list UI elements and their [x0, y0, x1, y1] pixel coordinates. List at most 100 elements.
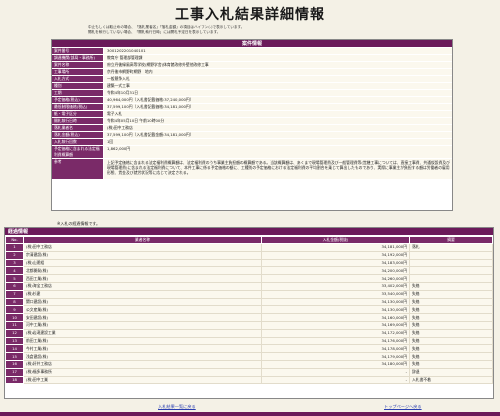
- bidder-name: 関口建設(株): [23, 297, 262, 307]
- bid-note: 入札書不着: [409, 375, 493, 385]
- bid-no: 4: [5, 266, 24, 276]
- bid-row: 6 (株)海宝工務店 33,402,000円 失格: [5, 281, 493, 291]
- bid-note: 失格: [409, 313, 493, 322]
- page-title: 工事入札結果詳細情報: [175, 7, 325, 23]
- info-value: 上記予定価格に含まれる法定福利費概算額は、法定福利費のうち事業主負担額の概算額で…: [103, 159, 452, 179]
- note-line: 開札を執行していない場合、「開札執行日時」には開札予定日を表示しています。: [88, 30, 221, 35]
- bid-no: 11: [5, 320, 24, 330]
- back-to-results-link[interactable]: 入札結果一覧に戻る: [158, 404, 196, 410]
- bid-amount: 33,402,000円: [261, 281, 410, 291]
- case-info-header: 案件情報: [52, 40, 452, 48]
- case-info-panel: 案件情報 案件番号 3001202201040101 調達機関(部局・事務所) 教育庁…: [51, 39, 453, 211]
- bid-table: No. 業者名称 入札金額(税抜) 摘要 1 (株)田中工務店 34,181,000…: [5, 236, 493, 385]
- info-value: 1回: [103, 139, 452, 145]
- bidder-name: 北都開発(株): [23, 266, 262, 276]
- info-row: 調達機関(部局・事務所) 教育庁 管理部管理課: [52, 55, 452, 62]
- bid-row: 9 公文産業(株) 34,130,000円 失格: [5, 305, 493, 315]
- bid-table-header: No. 業者名称 入札金額(税抜) 摘要: [5, 236, 493, 244]
- info-row: 工事場所 京丹後市網野町網野 地内: [52, 69, 452, 76]
- bid-row: 5 西田工業(株) 34,260,000円: [5, 274, 493, 283]
- bid-note: 失格: [409, 344, 493, 354]
- info-label: 落札業者名: [52, 125, 103, 131]
- bid-row: 7 (株)杉建 33,540,000円 失格: [5, 289, 493, 299]
- bid-no: 16: [5, 359, 24, 369]
- bidder-name: 前田工業(株): [23, 336, 262, 346]
- info-label: 紙・電子区分: [52, 111, 103, 117]
- bid-amount: 34,192,000円: [261, 250, 410, 260]
- info-value: 京丹後市網野町網野 地内: [103, 69, 452, 75]
- info-value: 府立丹後緑風高等学校(網野学舎)体育館改修外壁他改修工事: [103, 62, 452, 68]
- bid-amount: 33,540,000円: [261, 289, 410, 299]
- bid-row: 3 (株)山運組 34,183,000円: [5, 258, 493, 268]
- bid-amount: 34,181,000円: [261, 243, 410, 252]
- bidder-name: 安田建設(株): [23, 313, 262, 322]
- bid-no: 15: [5, 352, 24, 361]
- bid-row: 11 河中工業(株) 34,169,000円 失格: [5, 320, 493, 330]
- bidder-name: 西田工業(株): [23, 274, 262, 283]
- info-row: 案件名称 府立丹後緑風高等学校(網野学舎)体育館改修外壁他改修工事: [52, 62, 452, 69]
- bid-amount: 34,260,000円: [261, 274, 410, 283]
- bid-amount: 34,179,000円: [261, 352, 410, 361]
- col-note: 摘要: [409, 236, 493, 244]
- bidder-name: 今村工業(株): [23, 344, 262, 354]
- col-no: No.: [5, 236, 24, 244]
- info-value: 建築一式工事: [103, 83, 452, 89]
- bid-row: 14 今村工業(株) 34,178,000円 失格: [5, 344, 493, 354]
- bid-note: 失格: [409, 289, 493, 299]
- bidder-name: (株)山運組: [23, 258, 262, 268]
- bid-note: [409, 266, 493, 276]
- bidder-name: 宗清建設(株): [23, 250, 262, 260]
- bidder-name: (株)田中工務店: [23, 243, 262, 252]
- bidder-name: 公文産業(株): [23, 305, 262, 315]
- info-value: (株)田中工務店: [103, 125, 452, 131]
- bid-note: 失格: [409, 305, 493, 315]
- info-label: 入札執行回数: [52, 139, 103, 145]
- back-to-top-link[interactable]: トップページへ戻る: [384, 404, 422, 410]
- col-name: 業者名称: [23, 236, 262, 244]
- info-label: 予定価格(税込): [52, 97, 103, 103]
- info-row: 入札方式 一般競争入札: [52, 76, 452, 83]
- bid-row: 13 前田工業(株) 34,176,000円 失格: [5, 336, 493, 346]
- bid-no: 14: [5, 344, 24, 354]
- bid-amount: 34,130,000円: [261, 297, 410, 307]
- info-value: 1,862,000円: [103, 146, 452, 158]
- bidder-name: (株)海宝工務店: [23, 281, 262, 291]
- info-value: 教育庁 管理部管理課: [103, 55, 452, 61]
- info-row: 開札執行日時 令和4年05月10日 午前10時00分: [52, 118, 452, 125]
- info-row: 種別 建築一式工事: [52, 83, 452, 90]
- bid-note: 失格: [409, 359, 493, 369]
- notes: 中止もしくは取止めの場合、「落札業者名」「落札金額」の項目はハイフン(-)で表示…: [88, 25, 428, 35]
- info-label: 入札方式: [52, 76, 103, 82]
- bid-note: 失格: [409, 336, 493, 346]
- bid-note: [409, 258, 493, 268]
- bid-no: 13: [5, 336, 24, 346]
- bid-note: [409, 274, 493, 283]
- bid-amount: 34,130,000円: [261, 305, 410, 315]
- bid-row: 17 (株)福多事務所 - 辞退: [5, 367, 493, 377]
- bid-no: 5: [5, 274, 24, 283]
- info-row: 入札執行回数 1回: [52, 139, 452, 146]
- bid-no: 9: [5, 305, 24, 315]
- bid-note: 失格: [409, 352, 493, 361]
- bid-row: 8 関口建設(株) 34,130,000円 失格: [5, 297, 493, 307]
- bid-no: 8: [5, 297, 24, 307]
- bid-note: 失格: [409, 297, 493, 307]
- bid-note: 辞退: [409, 367, 493, 377]
- info-label: 工期: [52, 90, 103, 96]
- info-label: 落札金額(税込): [52, 132, 103, 138]
- bidder-name: (株)好井工務店: [23, 359, 262, 369]
- bid-amount: 34,180,000円: [261, 359, 410, 369]
- info-value: 3001202201040101: [103, 48, 452, 54]
- bid-no: 10: [5, 313, 24, 322]
- bid-row: 2 宗清建設(株) 34,192,000円: [5, 250, 493, 260]
- bid-row: 4 北都開発(株) 34,200,000円: [5, 266, 493, 276]
- bid-no: 3: [5, 258, 24, 268]
- info-value: 一般競争入札: [103, 76, 452, 82]
- footer-bar: [0, 412, 500, 416]
- info-value: 37,599,100円（入札書記載金額:34,181,000円）: [103, 132, 452, 138]
- bid-note: 失格: [409, 320, 493, 330]
- info-label: 案件名称: [52, 62, 103, 68]
- bidder-name: (株)岩滝建設工業: [23, 328, 262, 338]
- bidder-name: (株)杉建: [23, 289, 262, 299]
- info-row: 工期 令和4年10月31日: [52, 90, 452, 97]
